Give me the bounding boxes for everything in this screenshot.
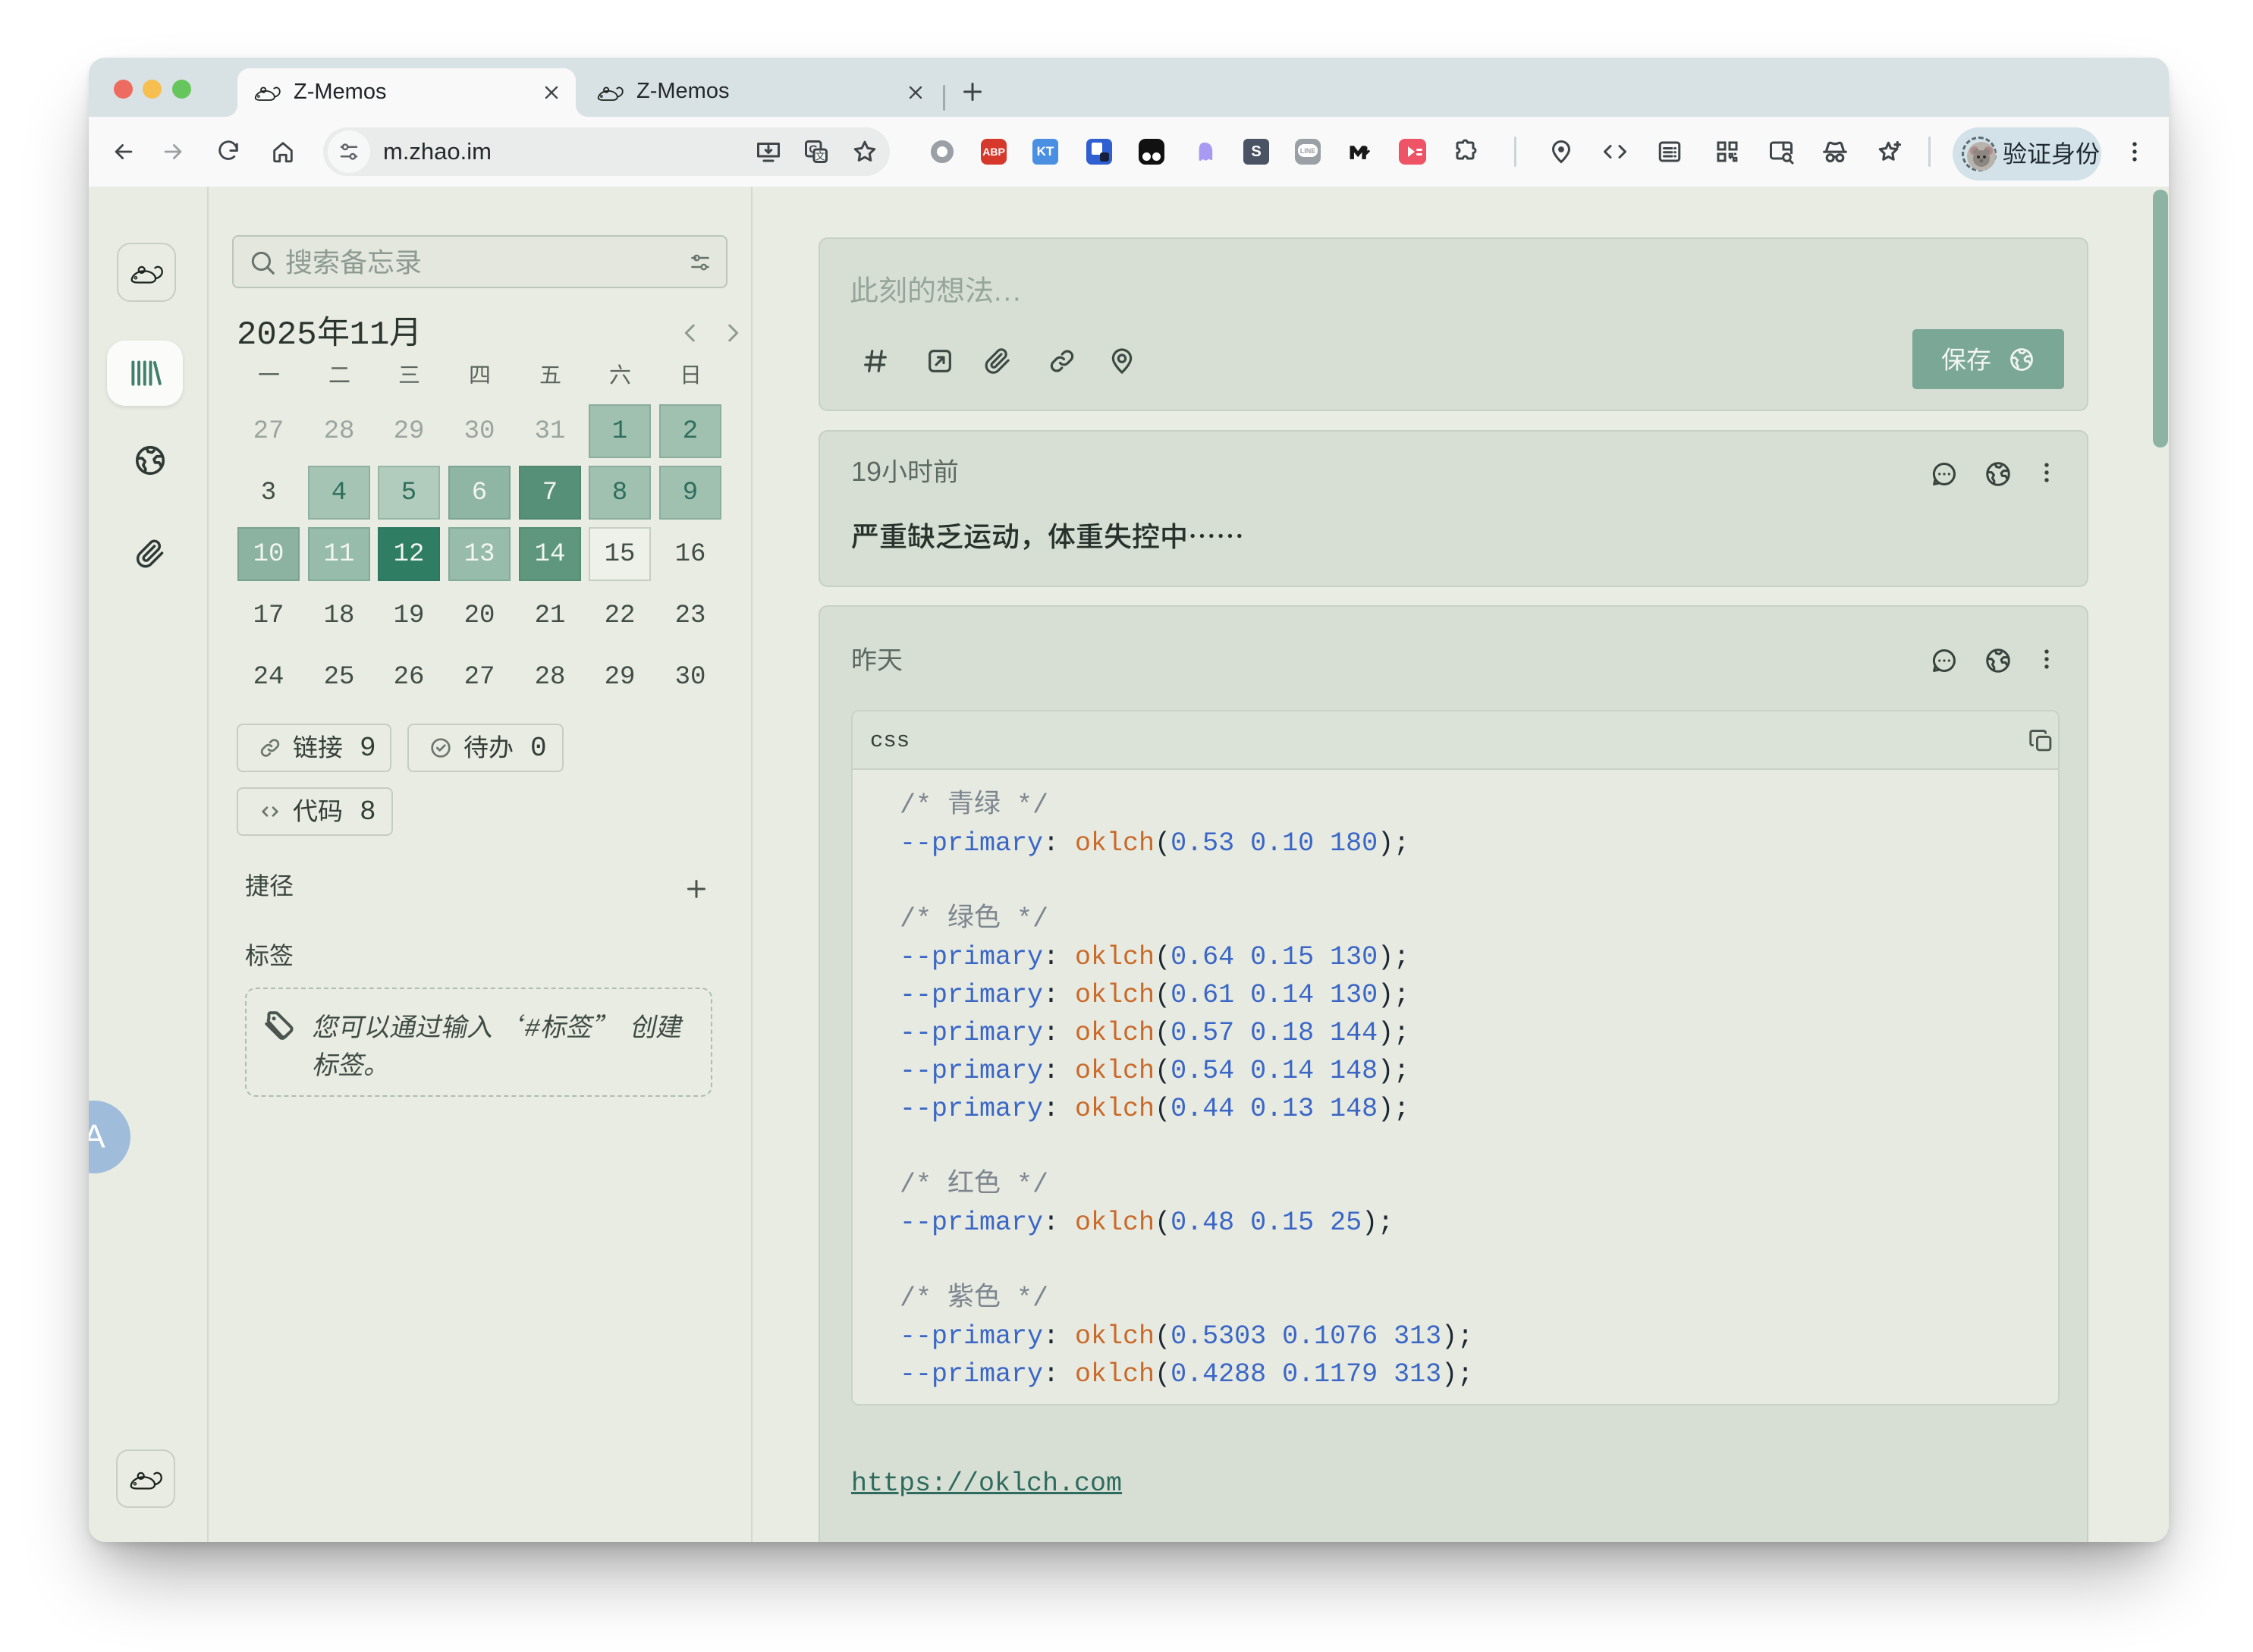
svg-text:文: 文 — [815, 151, 826, 162]
